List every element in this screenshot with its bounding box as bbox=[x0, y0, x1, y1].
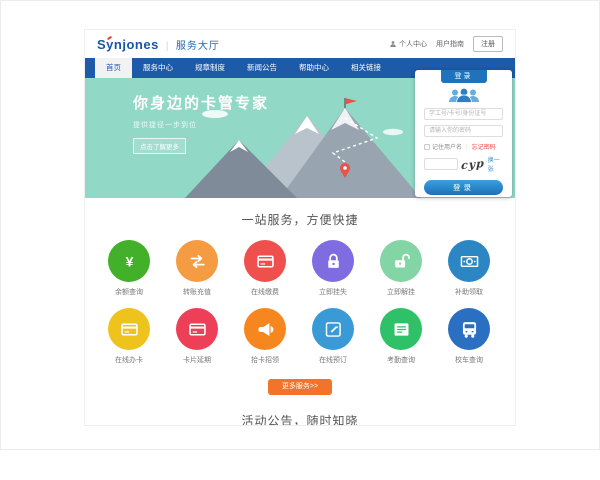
service-label: 补助领取 bbox=[435, 287, 503, 297]
logo-letter: S bbox=[97, 37, 106, 52]
service-label: 在线办卡 bbox=[95, 355, 163, 365]
site-container: Synjones | 服务大厅 个人中心 用户指南 注册 首页 服务中心 规章制… bbox=[85, 30, 515, 425]
remember-checkbox[interactable] bbox=[424, 144, 430, 150]
money-icon bbox=[448, 240, 490, 282]
user-guide-label: 用户指南 bbox=[436, 39, 464, 49]
service-label: 拾卡招领 bbox=[231, 355, 299, 365]
top-header: Synjones | 服务大厅 个人中心 用户指南 注册 bbox=[85, 30, 515, 58]
service-item[interactable]: 在线缴费 bbox=[231, 240, 299, 297]
bus-icon bbox=[448, 308, 490, 350]
service-label: 考勤查询 bbox=[367, 355, 435, 365]
nav-item-home[interactable]: 首页 bbox=[95, 58, 132, 78]
user-guide-link[interactable]: 用户指南 bbox=[436, 39, 464, 49]
logo-rest: njones bbox=[114, 37, 159, 52]
remember-label: 记住用户名 bbox=[432, 142, 462, 151]
brand-logo[interactable]: Synjones | 服务大厅 bbox=[97, 37, 220, 52]
service-item[interactable]: 立即挂失 bbox=[299, 240, 367, 297]
transfer-icon bbox=[176, 240, 218, 282]
service-item[interactable]: 补助领取 bbox=[435, 240, 503, 297]
service-item[interactable]: ¥ 余额查询 bbox=[95, 240, 163, 297]
services-grid: ¥ 余额查询 转账充值 在线缴费 立即挂失 立即解挂 补助领取 在线办卡 卡片延期… bbox=[95, 240, 505, 376]
yuan-icon: ¥ bbox=[108, 240, 150, 282]
header-right: 个人中心 用户指南 注册 bbox=[389, 36, 503, 52]
hero-cta-button[interactable]: 点击了解更多 bbox=[133, 138, 186, 154]
megaphone-icon bbox=[244, 308, 286, 350]
svg-text:¥: ¥ bbox=[125, 253, 133, 269]
nav-item-news[interactable]: 新闻公告 bbox=[236, 58, 288, 78]
service-label: 立即解挂 bbox=[367, 287, 435, 297]
hero-title: 你身边的卡管专家 bbox=[133, 92, 269, 113]
login-form: 记住用户名 | 忘记密码 cyp 换一张 登录 bbox=[415, 70, 512, 195]
nav-item-service-center[interactable]: 服务中心 bbox=[132, 58, 184, 78]
service-label: 在线预订 bbox=[299, 355, 367, 365]
logo-accent-letter: y bbox=[106, 37, 114, 52]
person-icon bbox=[389, 40, 397, 48]
service-item[interactable]: 考勤查询 bbox=[367, 308, 435, 365]
register-button[interactable]: 注册 bbox=[473, 36, 503, 52]
service-item[interactable]: 立即解挂 bbox=[367, 240, 435, 297]
service-item[interactable]: 在线办卡 bbox=[95, 308, 163, 365]
service-item[interactable]: 卡片延期 bbox=[163, 308, 231, 365]
password-input[interactable] bbox=[424, 125, 503, 137]
service-label: 卡片延期 bbox=[163, 355, 231, 365]
service-label: 转账充值 bbox=[163, 287, 231, 297]
service-label: 校车查询 bbox=[435, 355, 503, 365]
nav-item-help[interactable]: 帮助中心 bbox=[288, 58, 340, 78]
remember-row: 记住用户名 | 忘记密码 bbox=[424, 142, 503, 151]
card-icon bbox=[108, 308, 150, 350]
nav-item-rules[interactable]: 规章制度 bbox=[184, 58, 236, 78]
service-label: 在线缴费 bbox=[231, 287, 299, 297]
edit-icon bbox=[312, 308, 354, 350]
lock-icon bbox=[312, 240, 354, 282]
list-icon bbox=[380, 308, 422, 350]
logo-divider: | bbox=[166, 41, 169, 52]
profile-link[interactable]: 个人中心 bbox=[389, 39, 427, 49]
service-label: 余额查询 bbox=[95, 287, 163, 297]
services-section: 一站服务，方便快捷 ¥ 余额查询 转账充值 在线缴费 立即挂失 立即解挂 补助领取… bbox=[85, 198, 515, 395]
hero-text-block: 你身边的卡管专家 提供捷径一步到位 点击了解更多 bbox=[133, 92, 269, 154]
captcha-row: cyp 换一张 bbox=[424, 155, 503, 173]
portal-name: 服务大厅 bbox=[176, 37, 220, 52]
services-title: 一站服务，方便快捷 bbox=[85, 211, 515, 228]
users-icon bbox=[447, 88, 481, 103]
hero-subtitle: 提供捷径一步到位 bbox=[133, 120, 269, 130]
profile-link-label: 个人中心 bbox=[399, 39, 427, 49]
service-item[interactable]: 在线预订 bbox=[299, 308, 367, 365]
announcements-section: 活动公告，随时知晓 使用指南 最新公告 更多>> 使用指南 更多>> bbox=[85, 412, 515, 425]
service-item[interactable]: 拾卡招领 bbox=[231, 308, 299, 365]
nav-item-links[interactable]: 相关链接 bbox=[340, 58, 392, 78]
card-icon bbox=[176, 308, 218, 350]
username-input[interactable] bbox=[424, 108, 503, 120]
unlock-icon bbox=[380, 240, 422, 282]
separator: | bbox=[466, 144, 468, 150]
announcements-title: 活动公告，随时知晓 bbox=[85, 412, 515, 425]
more-services-button[interactable]: 更多服务>> bbox=[268, 379, 332, 395]
login-tab[interactable]: 登录 bbox=[441, 70, 487, 83]
card-icon bbox=[244, 240, 286, 282]
captcha-input[interactable] bbox=[424, 158, 458, 170]
service-item[interactable]: 转账充值 bbox=[163, 240, 231, 297]
login-panel: 登录 记住用户名 | 忘记密码 cyp 换一张 登录 bbox=[415, 70, 512, 197]
forgot-password-link[interactable]: 忘记密码 bbox=[472, 142, 496, 151]
service-item[interactable]: 校车查询 bbox=[435, 308, 503, 365]
captcha-image[interactable]: cyp bbox=[461, 156, 485, 172]
service-label: 立即挂失 bbox=[299, 287, 367, 297]
change-captcha-link[interactable]: 换一张 bbox=[488, 155, 503, 173]
login-button[interactable]: 登录 bbox=[424, 180, 503, 195]
